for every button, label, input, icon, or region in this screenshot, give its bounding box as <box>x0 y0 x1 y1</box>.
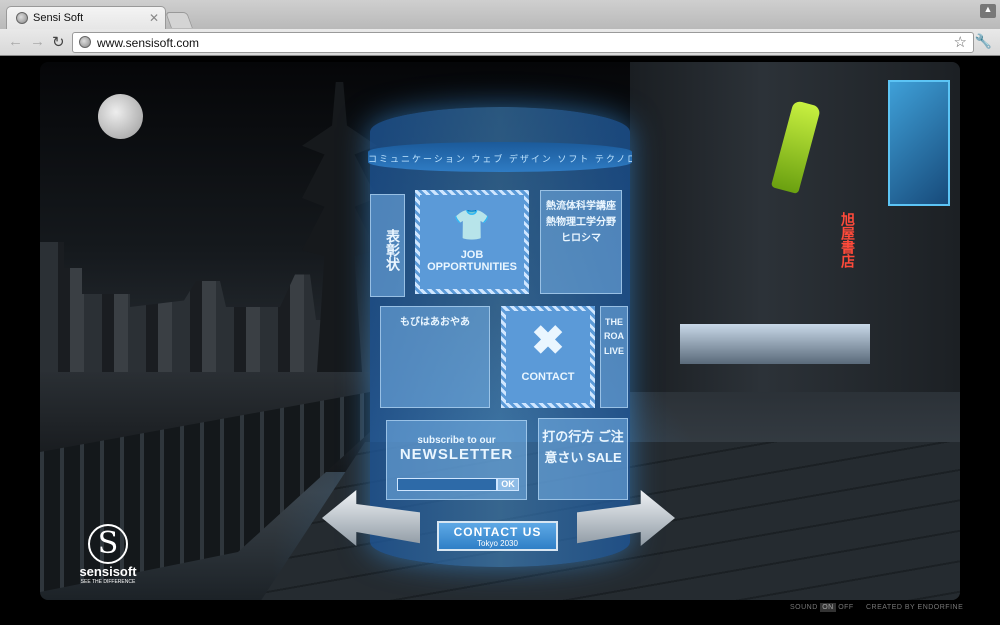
close-tab-icon[interactable]: ✕ <box>149 11 159 25</box>
newsletter-title: NEWSLETTER <box>399 446 514 463</box>
url-text: www.sensisoft.com <box>97 36 200 50</box>
job-label: JOB OPPORTUNITIES <box>427 249 517 274</box>
award-panel[interactable]: 表彰状 <box>370 194 405 297</box>
bookmark-star-icon[interactable]: ☆ <box>954 33 967 51</box>
newsletter-panel: subscribe to our NEWSLETTER OK <box>386 420 527 500</box>
back-icon[interactable]: ← <box>8 33 23 50</box>
contact-tile[interactable]: ✖ CONTACT <box>501 306 595 408</box>
shopfront <box>680 324 870 364</box>
newsletter-email-input[interactable] <box>397 478 497 491</box>
window-button[interactable]: ▲ <box>980 4 996 18</box>
shop-sign: 旭屋書店 <box>840 212 856 268</box>
newsletter-ok-button[interactable]: OK <box>497 478 519 491</box>
billboard <box>888 80 950 206</box>
logo-tagline: SEE THE DIFFERENCE <box>80 579 136 585</box>
credit-link[interactable]: CREATED BY ENDORFINE <box>866 604 963 611</box>
new-tab-button[interactable] <box>165 12 193 28</box>
tab-bar: Sensi Soft ✕ ▲ <box>0 0 1000 29</box>
address-bar[interactable]: www.sensisoft.com ☆ <box>72 32 974 53</box>
contact-us-label: CONTACT US <box>453 525 542 539</box>
map-icon: ✖ <box>531 319 565 363</box>
forward-icon[interactable]: → <box>30 33 45 50</box>
notice-panel[interactable]: 打の行方 ご注意さい SALE <box>538 418 628 500</box>
reload-icon[interactable]: ↻ <box>52 33 65 51</box>
side-panel[interactable]: THE ROA LIVE <box>600 306 628 408</box>
sound-on-button[interactable]: ON <box>820 603 836 612</box>
wrench-icon[interactable]: 🔧 <box>975 33 992 50</box>
tokyo-scene: 旭屋書店 コミュニケーション ウェブ デザイン ソフト テクノロジー 未来 表彰… <box>40 62 960 600</box>
job-opportunities-tile[interactable]: 👕 JOB OPPORTUNITIES <box>415 190 529 294</box>
logo-name: sensisoft <box>79 564 137 579</box>
sound-off-button[interactable]: OFF <box>838 604 854 611</box>
letter-panel[interactable]: もびはあおやあ <box>380 306 490 408</box>
contact-label: CONTACT <box>521 371 575 383</box>
sound-label: SOUND <box>790 604 818 611</box>
globe-icon <box>79 36 91 48</box>
contact-us-button[interactable]: CONTACT US Tokyo 2030 <box>437 521 558 551</box>
logo-s-mark: S <box>88 524 128 564</box>
tab-title: Sensi Soft <box>33 12 84 24</box>
moon <box>98 94 143 139</box>
toolbar: ← → ↻ www.sensisoft.com ☆ 🔧 <box>0 29 1000 56</box>
jp-card-panel[interactable]: 熱流体科学講座 熱物理工学分野 ヒロシマ <box>540 190 622 294</box>
sensisoft-logo[interactable]: S sensisoft SEE THE DIFFERENCE <box>78 524 138 585</box>
contact-us-subtitle: Tokyo 2030 <box>477 539 518 548</box>
sound-toggle: SOUND ON OFF <box>790 603 854 612</box>
browser-tab[interactable]: Sensi Soft ✕ <box>6 6 166 29</box>
globe-icon <box>16 12 28 24</box>
newsletter-subtitle: subscribe to our <box>417 435 496 446</box>
ring-text: コミュニケーション ウェブ デザイン ソフト テクノロジー 未来 <box>368 142 632 172</box>
city-skyline <box>40 242 340 372</box>
person-icon: 👕 <box>453 209 491 242</box>
